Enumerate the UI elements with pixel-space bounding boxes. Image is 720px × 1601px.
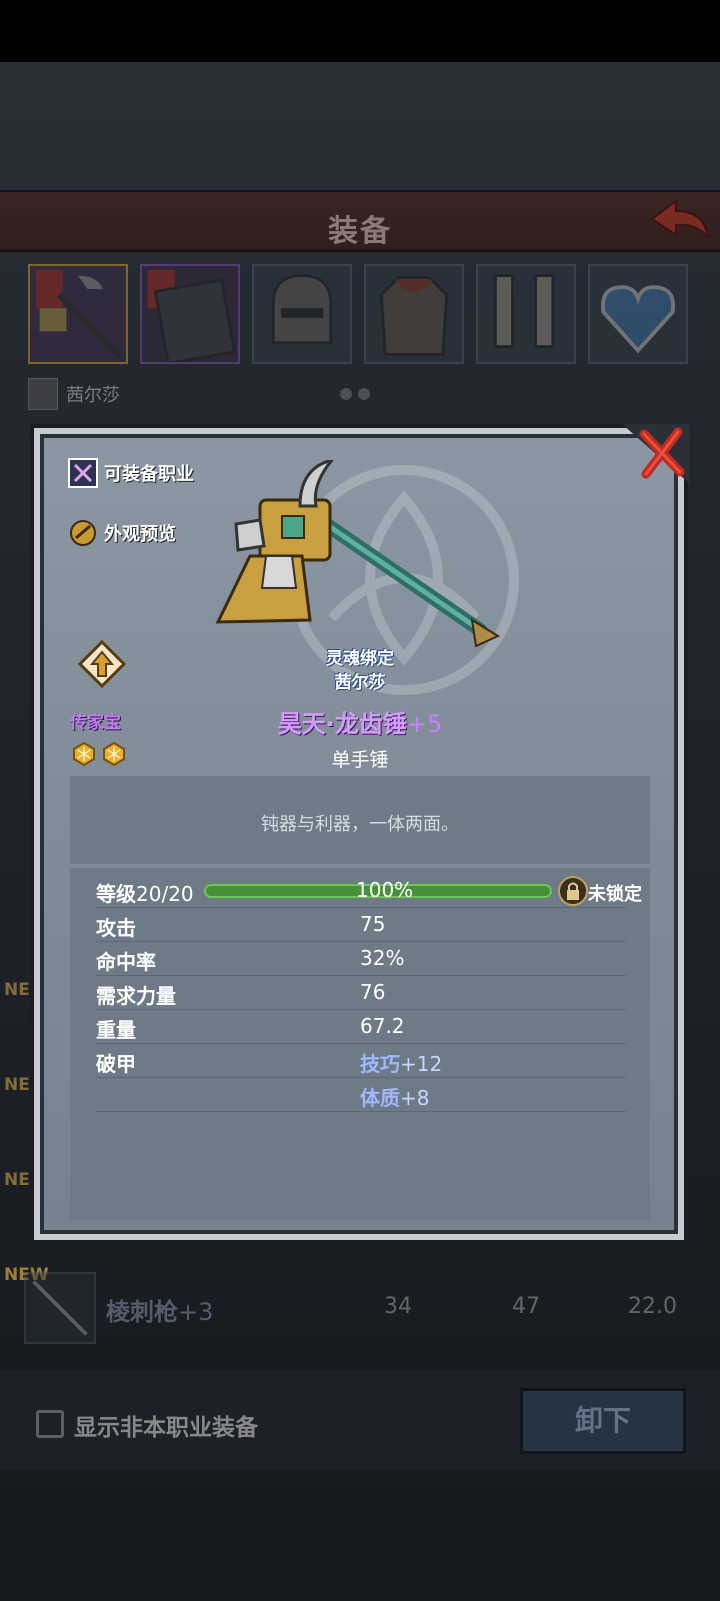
appearance-preview-link[interactable]: 外观预览 — [68, 518, 176, 548]
stat-value: 76 — [360, 980, 386, 1004]
page-indicator — [340, 388, 370, 400]
equippable-class-link[interactable]: 可装备职业 — [68, 458, 194, 488]
slot-boots[interactable] — [476, 264, 576, 364]
stat-label: 需求力量 — [96, 984, 176, 1008]
owner-row: 茜尔莎 — [28, 378, 120, 410]
list-item[interactable]: 棱刺枪+3 34 47 22.0 — [24, 1272, 714, 1344]
stat-row: 命中率 32% — [96, 942, 626, 976]
weapon-name: 昊天·龙齿锤 — [277, 710, 407, 738]
item-stat-1: 34 — [384, 1294, 412, 1319]
unequip-button[interactable]: 卸下 — [520, 1388, 686, 1454]
status-bar — [0, 0, 720, 62]
slot-offhand[interactable] — [140, 264, 240, 366]
slot-amulet[interactable] — [588, 264, 688, 364]
preview-icon — [70, 520, 96, 546]
level-label-text: 等级 — [96, 882, 136, 906]
spear-icon — [24, 1272, 96, 1344]
close-button[interactable] — [622, 424, 690, 484]
item-stat-3: 22.0 — [628, 1294, 677, 1319]
book-icon — [147, 269, 236, 366]
slot-armor[interactable] — [364, 264, 464, 364]
stat-value: 32% — [360, 946, 405, 970]
level-label: 等级20/20 — [96, 878, 194, 907]
armor-icon — [379, 276, 449, 356]
slot-helmet[interactable] — [252, 264, 352, 364]
back-arrow-icon[interactable] — [648, 197, 712, 241]
stat-row: 需求力量 76 — [96, 976, 626, 1010]
class-icon — [68, 458, 98, 488]
bonus-plus: +12 — [400, 1052, 443, 1076]
stat-label: 重量 — [96, 1018, 136, 1042]
page-title: 装备 — [328, 214, 392, 249]
bonus-row: 体质+8 — [96, 1078, 626, 1112]
bonus-value: 技巧+12 — [360, 1048, 442, 1077]
item-name-text: 棱刺枪 — [106, 1298, 178, 1326]
stat-row: 攻击 75 — [96, 908, 626, 942]
level-percent: 100% — [356, 878, 414, 902]
page-dot — [358, 388, 370, 400]
boots-icon — [493, 274, 555, 349]
lock-status: 未锁定 — [588, 884, 642, 905]
slot-weapon[interactable] — [28, 264, 128, 364]
level-value: 20/20 — [136, 882, 194, 906]
stat-row: 重量 67.2 — [96, 1010, 626, 1044]
stat-label: 攻击 — [96, 916, 136, 940]
bonus-value: 体质+8 — [360, 1082, 429, 1111]
stat-label: 命中率 — [96, 950, 156, 974]
stat-value: 67.2 — [360, 1014, 405, 1038]
bonus-plus: +8 — [400, 1086, 430, 1110]
description-text: 钝器与利器，一体两面。 — [261, 814, 459, 835]
close-icon — [622, 424, 690, 484]
hammer-icon — [35, 269, 123, 359]
upgrade-icon[interactable] — [78, 640, 126, 688]
checkbox-label: 显示非本职业装备 — [74, 1415, 258, 1441]
amulet-icon — [600, 285, 676, 354]
weapon-enhancement: +5 — [406, 710, 443, 738]
bonus-label: 破甲 — [96, 1052, 136, 1076]
stat-value: 75 — [360, 912, 386, 936]
header-band: 装备 — [0, 190, 720, 252]
item-name: 棱刺枪+3 — [106, 1292, 213, 1327]
avatar — [28, 378, 58, 410]
weapon-type: 单手锤 — [331, 749, 389, 771]
equippable-class-label: 可装备职业 — [104, 464, 194, 485]
weapon-title: 昊天·龙齿锤+5 — [0, 704, 720, 739]
lock-icon[interactable] — [558, 876, 588, 906]
page-dot — [340, 388, 352, 400]
item-enhancement: +3 — [178, 1298, 214, 1326]
appearance-preview-label: 外观预览 — [104, 524, 176, 545]
owner-name: 茜尔莎 — [66, 385, 120, 406]
bonus-row: 破甲 技巧+12 — [96, 1044, 626, 1078]
show-other-class-checkbox[interactable] — [36, 1410, 64, 1438]
helmet-icon — [271, 274, 333, 345]
bonus-name: 体质 — [360, 1086, 400, 1110]
bonus-name: 技巧 — [360, 1052, 400, 1076]
item-stat-2: 47 — [512, 1294, 540, 1319]
